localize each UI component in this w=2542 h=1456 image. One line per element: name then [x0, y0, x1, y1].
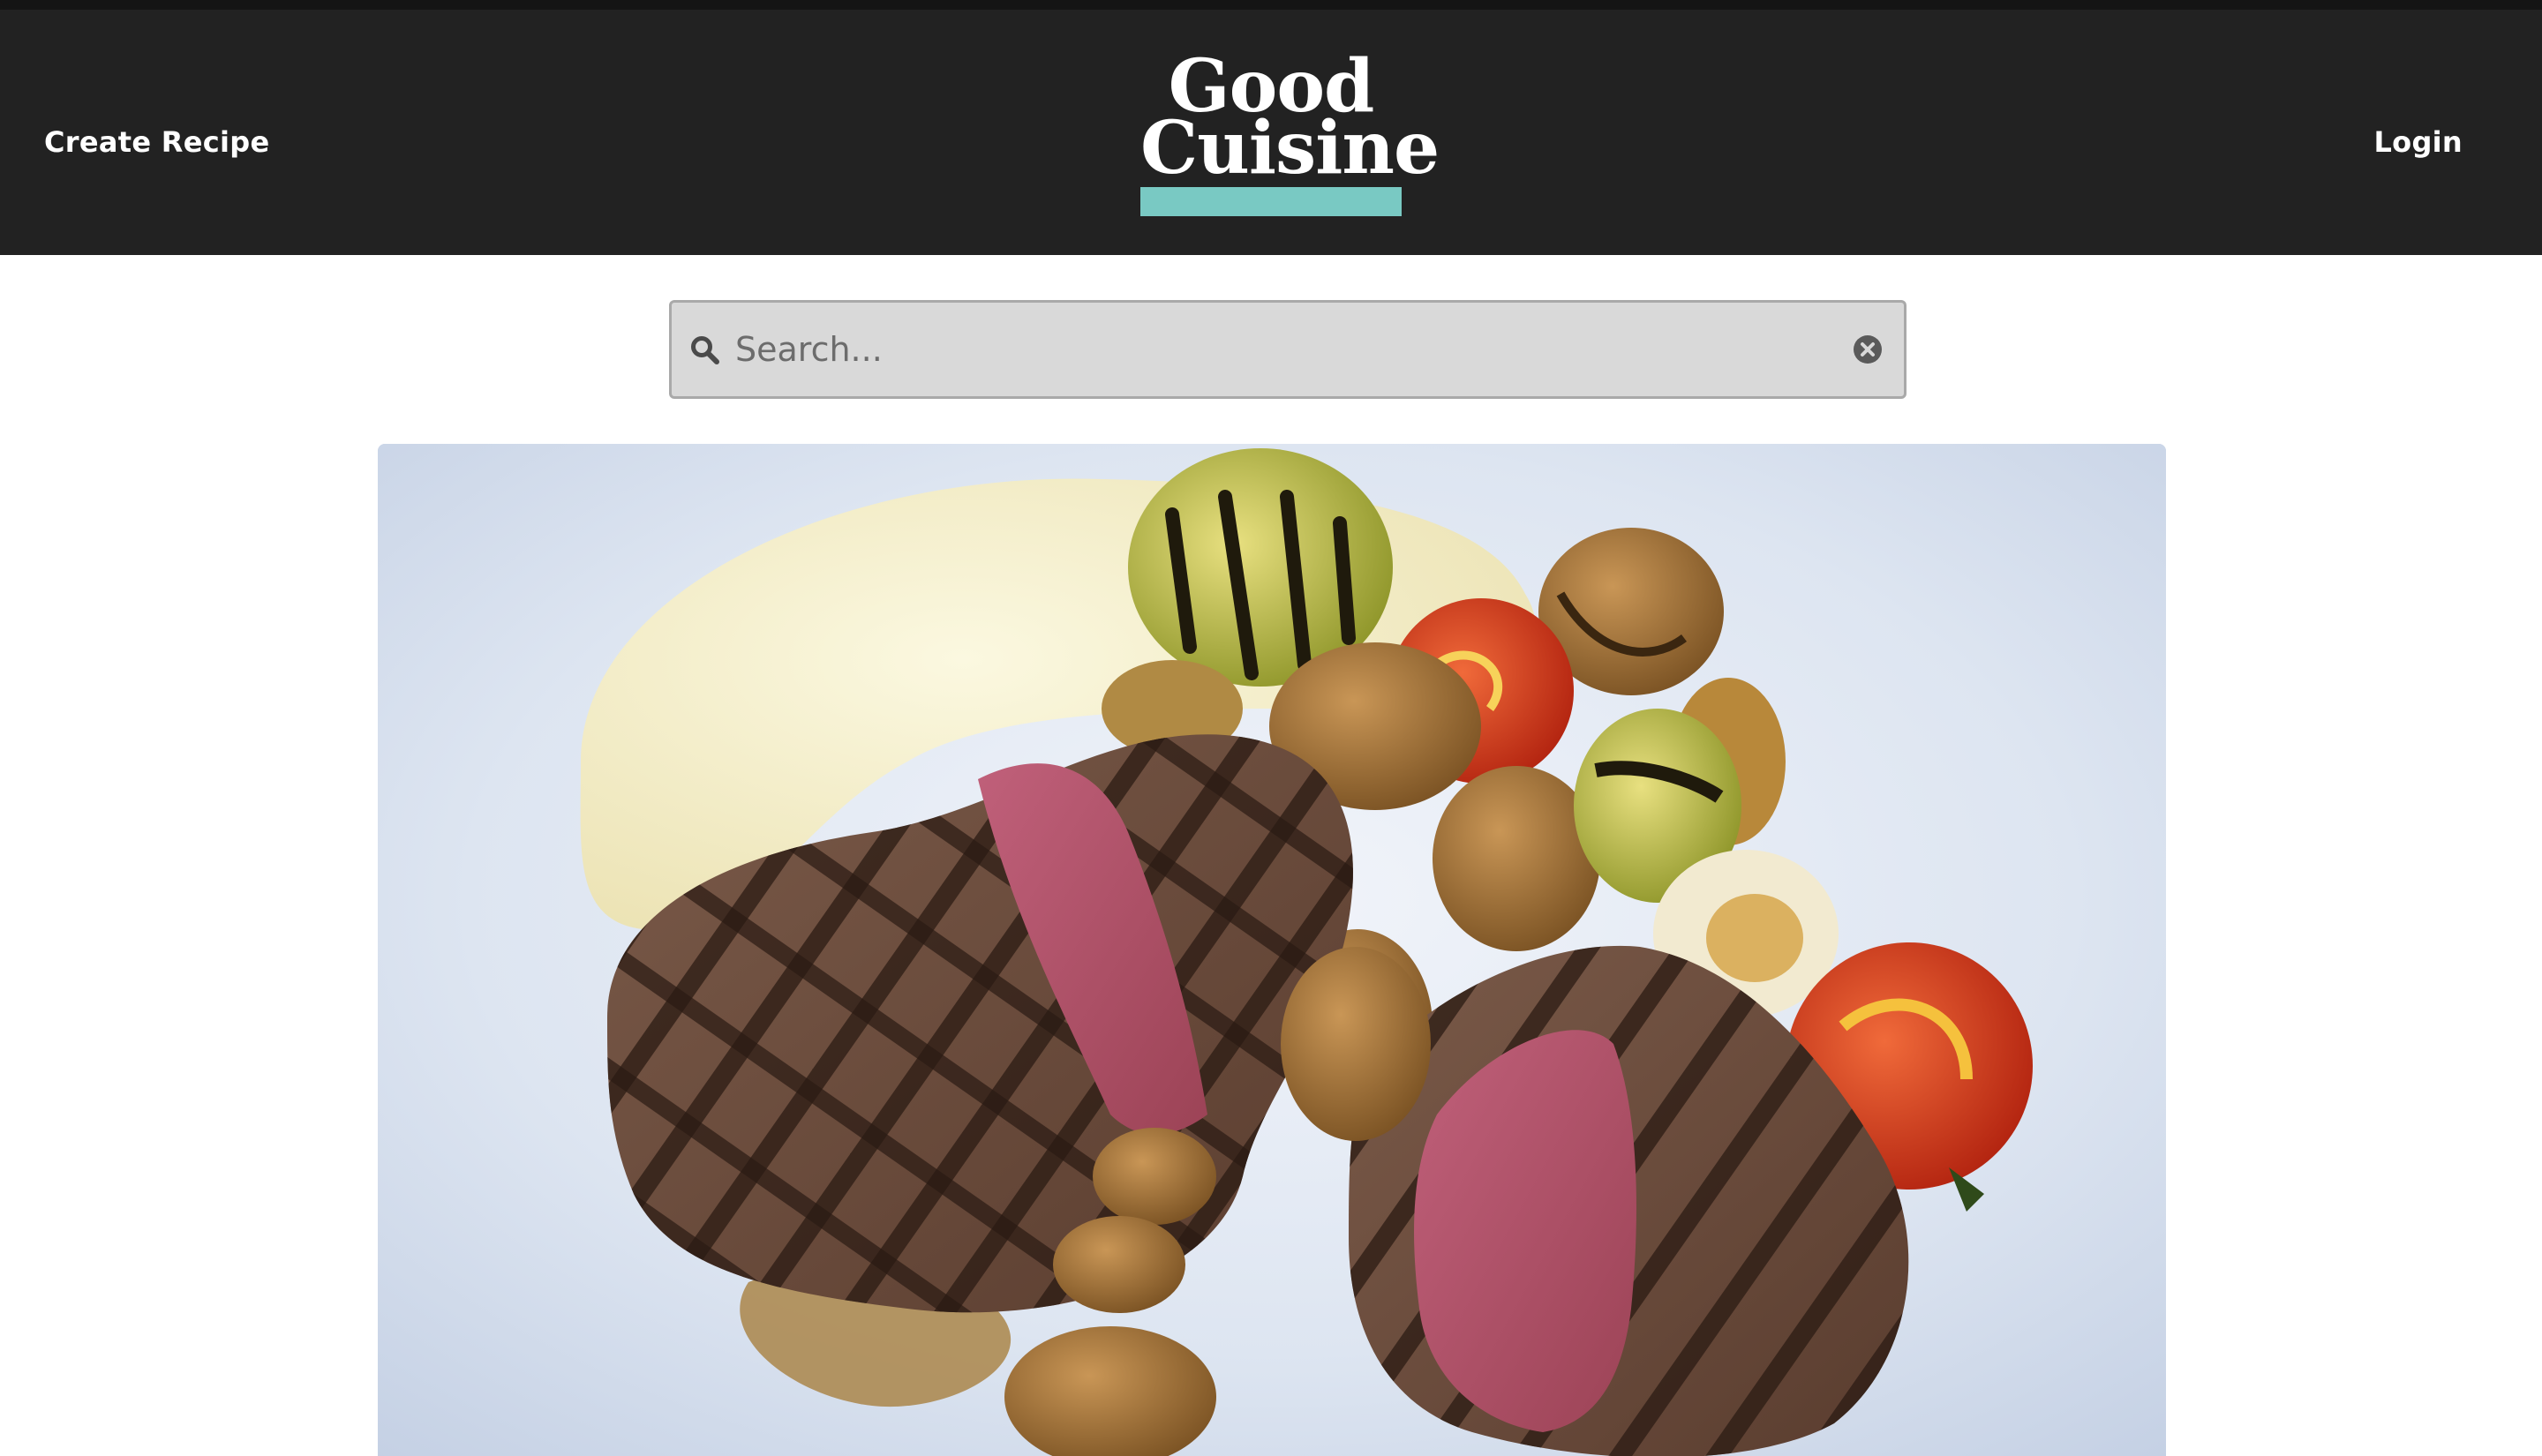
- logo-underline-bar: [1140, 187, 1402, 216]
- hero-image[interactable]: [378, 444, 2166, 1456]
- search-input[interactable]: [735, 315, 1803, 384]
- site-logo[interactable]: Good Cuisine: [1140, 50, 1440, 216]
- steak-dish-illustration: [378, 444, 2166, 1456]
- logo-wordmark: Good Cuisine: [1140, 50, 1440, 191]
- logo-line-2: Cuisine: [1140, 106, 1440, 191]
- top-stripe: [0, 0, 2542, 10]
- clear-search-icon[interactable]: [1853, 334, 1883, 364]
- search-icon: [688, 333, 723, 368]
- create-recipe-link[interactable]: Create Recipe: [44, 114, 270, 170]
- login-link[interactable]: Login: [2373, 114, 2463, 170]
- search-bar: [669, 300, 1906, 399]
- site-header: Create Recipe Good Cuisine Login: [0, 10, 2542, 255]
